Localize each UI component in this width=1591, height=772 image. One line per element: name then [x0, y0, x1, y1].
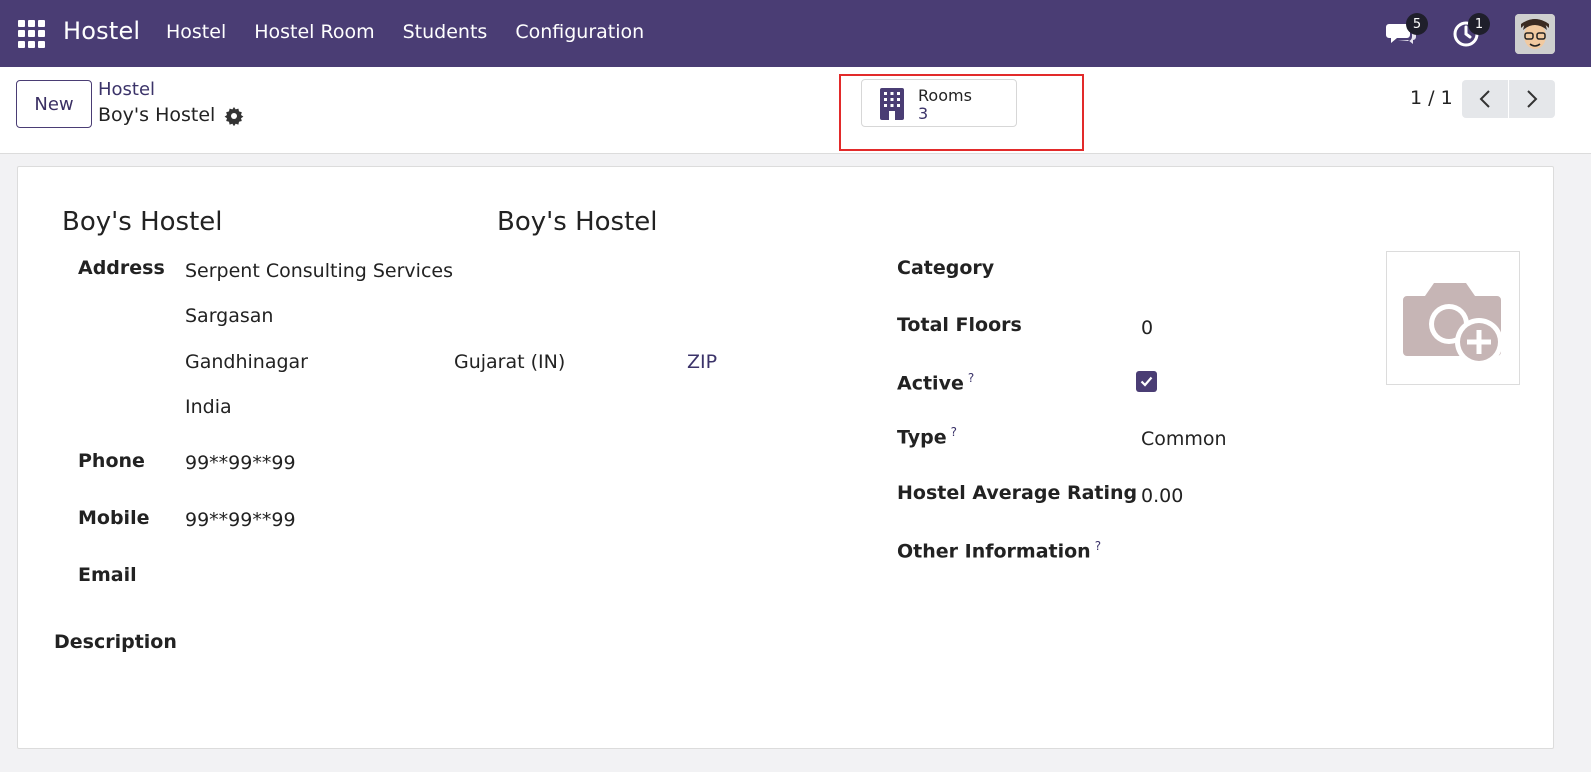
hostel-image-upload[interactable]	[1386, 251, 1520, 385]
gear-icon[interactable]	[224, 106, 244, 126]
type-label: Type?	[897, 425, 957, 448]
hostel-display-name[interactable]: Boy's Hostel	[497, 207, 658, 237]
rooms-stat-label: Rooms	[918, 86, 972, 105]
avatar-face-icon	[1515, 14, 1555, 54]
hostel-name-field[interactable]: Boy's Hostel	[62, 207, 223, 237]
breadcrumb-current-record: Boy's Hostel	[98, 104, 216, 126]
phone-label: Phone	[78, 450, 145, 472]
user-avatar[interactable]	[1515, 14, 1555, 54]
menu-students[interactable]: Students	[403, 21, 488, 43]
state-field[interactable]: Gujarat (IN)	[454, 351, 565, 373]
street-field[interactable]: Serpent Consulting Services	[185, 260, 453, 282]
rating-field[interactable]: 0.00	[1141, 485, 1183, 507]
control-panel: New Hostel Boy's Hostel Rooms 3 1 / 1	[0, 67, 1591, 154]
country-field[interactable]: India	[185, 396, 232, 418]
rooms-stat-button[interactable]: Rooms 3	[861, 79, 1017, 127]
pager-previous-button[interactable]	[1462, 80, 1508, 118]
other-information-label: Other Information?	[897, 539, 1101, 562]
address-label: Address	[78, 257, 165, 279]
city-field[interactable]: Gandhinagar	[185, 351, 308, 373]
pager-next-button[interactable]	[1509, 80, 1555, 118]
street2-field[interactable]: Sargasan	[185, 305, 273, 327]
pager-counter[interactable]: 1 / 1	[1410, 87, 1453, 109]
app-menu-grid-icon[interactable]	[18, 20, 46, 48]
total-floors-field[interactable]: 0	[1141, 317, 1153, 339]
building-icon	[880, 88, 904, 120]
total-floors-label: Total Floors	[897, 314, 1022, 336]
activities-count-badge: 1	[1468, 13, 1490, 35]
new-button[interactable]: New	[16, 80, 92, 128]
top-navbar: Hostel Hostel Hostel Room Students Confi…	[0, 0, 1591, 67]
mobile-field[interactable]: 99**99**99	[185, 509, 296, 531]
help-tooltip-icon[interactable]: ?	[951, 425, 957, 439]
messages-count-badge: 5	[1406, 13, 1428, 35]
email-label: Email	[78, 564, 137, 586]
active-label: Active?	[897, 371, 974, 394]
mobile-label: Mobile	[78, 507, 150, 529]
active-label-text: Active	[897, 372, 964, 395]
other-information-label-text: Other Information	[897, 540, 1091, 563]
rooms-stat-value: 3	[918, 104, 929, 123]
active-checkbox[interactable]	[1136, 371, 1157, 392]
chevron-left-icon	[1479, 90, 1490, 108]
checkmark-icon	[1140, 376, 1153, 387]
menu-hostel[interactable]: Hostel	[166, 21, 226, 43]
zip-field[interactable]: ZIP	[687, 351, 717, 373]
app-brand[interactable]: Hostel	[63, 17, 140, 45]
chevron-right-icon	[1527, 90, 1538, 108]
phone-field[interactable]: 99**99**99	[185, 452, 296, 474]
rating-label: Hostel Average Rating	[897, 482, 1138, 504]
type-field[interactable]: Common	[1141, 428, 1227, 450]
help-tooltip-icon[interactable]: ?	[1095, 539, 1101, 553]
camera-add-icon	[1403, 283, 1503, 366]
type-label-text: Type	[897, 426, 947, 449]
menu-hostel-room[interactable]: Hostel Room	[254, 21, 374, 43]
description-label: Description	[54, 631, 177, 653]
form-sheet: Boy's Hostel Boy's Hostel Address Serpen…	[17, 166, 1554, 749]
help-tooltip-icon[interactable]: ?	[968, 371, 974, 385]
menu-configuration[interactable]: Configuration	[515, 21, 644, 43]
main-menu: Hostel Hostel Room Students Configuratio…	[166, 21, 672, 43]
breadcrumb-hostel-link[interactable]: Hostel	[98, 79, 155, 100]
category-label: Category	[897, 257, 995, 279]
